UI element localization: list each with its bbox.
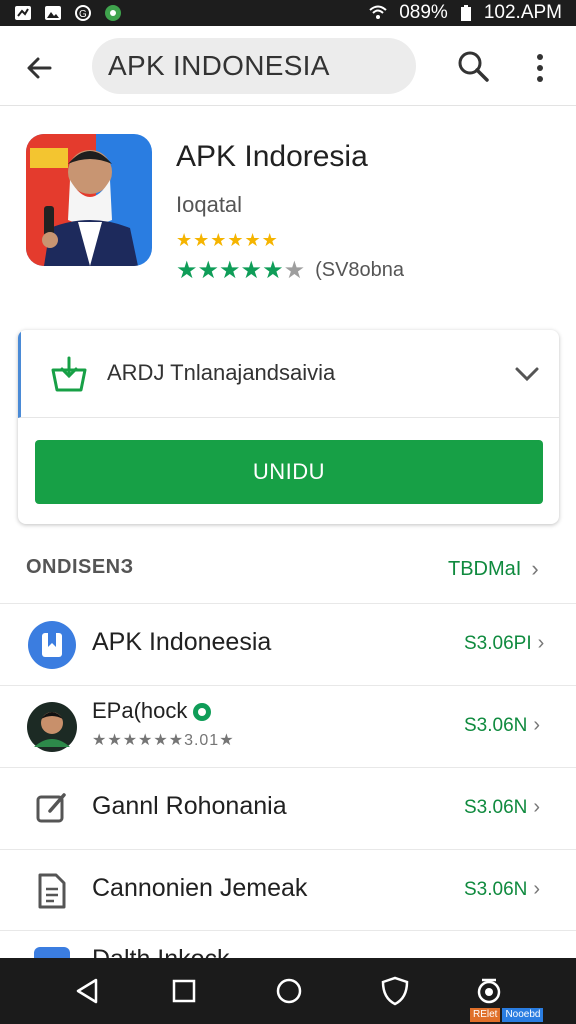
badge-right: Nooebd [502, 1008, 544, 1022]
list-item-price: S3.06N › [464, 878, 541, 900]
chevron-down-icon[interactable] [513, 360, 541, 388]
rating-row: ★★★★★★ (SV8obna [176, 256, 404, 285]
edit-icon [36, 793, 66, 823]
app-list: APK Indoneesia S3.06PI › EPa(hock ★★★★★★3… [0, 603, 576, 931]
app-header: APK Indoresia Ioqatal ★★★★★★ ★★★★★★ (SV8… [0, 106, 576, 306]
list-item-price: S3.06PI › [464, 632, 545, 654]
section-title: ONDISENЗ [26, 556, 134, 578]
list-item[interactable]: EPa(hock ★★★★★★3.01★ S3.06N › [0, 685, 576, 767]
watermark-badge: RElet Nooebd [470, 1008, 544, 1022]
image-icon [45, 6, 61, 20]
list-item-price: S3.06N › [464, 796, 541, 818]
list-item-partial[interactable]: Dalth Inkock [0, 930, 576, 961]
rating-stars-small: ★★★★★★ [176, 230, 279, 250]
search-icon[interactable] [455, 48, 491, 84]
avatar [27, 702, 77, 752]
wifi-icon [369, 5, 387, 19]
chevron-right-icon: › [531, 556, 539, 581]
app-notification-icon [105, 5, 121, 21]
nav-recents-icon[interactable] [167, 974, 201, 1008]
back-arrow-icon[interactable] [20, 48, 60, 88]
status-bar: G 089% 102.APM [0, 0, 576, 26]
developer-name[interactable]: Ioqatal [176, 192, 242, 218]
bookmark-app-icon [28, 621, 76, 669]
app-bar: APK INDONESIA [0, 26, 576, 106]
app-icon[interactable] [26, 134, 152, 266]
list-item-label: EPa(hock [92, 698, 212, 724]
battery-percent: 089% [399, 2, 448, 23]
clock: 102.APM [483, 2, 562, 23]
search-input[interactable]: APK INDONESIA [92, 38, 416, 94]
notification-icon [15, 6, 31, 20]
download-basket-icon [51, 356, 87, 392]
install-card: ARDJ Tnlanajandsaivia UNIDU [18, 330, 559, 524]
battery-icon [460, 5, 471, 21]
nav-assistant-icon[interactable] [472, 974, 506, 1008]
app-title: APK Indoresia [176, 140, 368, 173]
nav-shield-icon[interactable] [378, 974, 412, 1008]
rating-count: (SV8obna [315, 259, 405, 281]
list-item[interactable]: APK Indoneesia S3.06PI › [0, 603, 576, 685]
list-item[interactable]: Gannl Rohonania S3.06N › [0, 767, 576, 849]
list-item-label: Cannonien Jemeak [92, 874, 308, 902]
more-vert-icon[interactable] [526, 48, 554, 88]
install-button[interactable]: UNIDU [35, 440, 543, 504]
list-item[interactable]: Cannonien Jemeak S3.06N › [0, 849, 576, 931]
nav-back-icon[interactable] [70, 974, 104, 1008]
section-more-label: TBDMaI [448, 557, 522, 580]
sync-icon: G [75, 5, 91, 21]
badge-left: RElet [470, 1008, 501, 1022]
verified-badge-icon [193, 703, 212, 722]
install-option-row[interactable]: ARDJ Tnlanajandsaivia [18, 330, 559, 418]
svg-text:G: G [79, 9, 87, 20]
document-icon [38, 873, 66, 909]
rating-stars: ★★★★★★ [176, 257, 306, 284]
list-item-rating: ★★★★★★3.01★ [92, 732, 235, 749]
list-item-label: APK Indoneesia [92, 628, 272, 656]
install-option-label: ARDJ Tnlanajandsaivia [107, 360, 336, 385]
nav-home-icon[interactable] [272, 974, 306, 1008]
list-item-price: S3.06N › [464, 714, 541, 736]
search-input-text: APK INDONESIA [108, 50, 330, 81]
list-item-label: Gannl Rohonania [92, 792, 287, 820]
section-more-link[interactable]: TBDMaI › [448, 556, 539, 582]
section-header: ONDISENЗ TBDMaI › [0, 540, 576, 600]
